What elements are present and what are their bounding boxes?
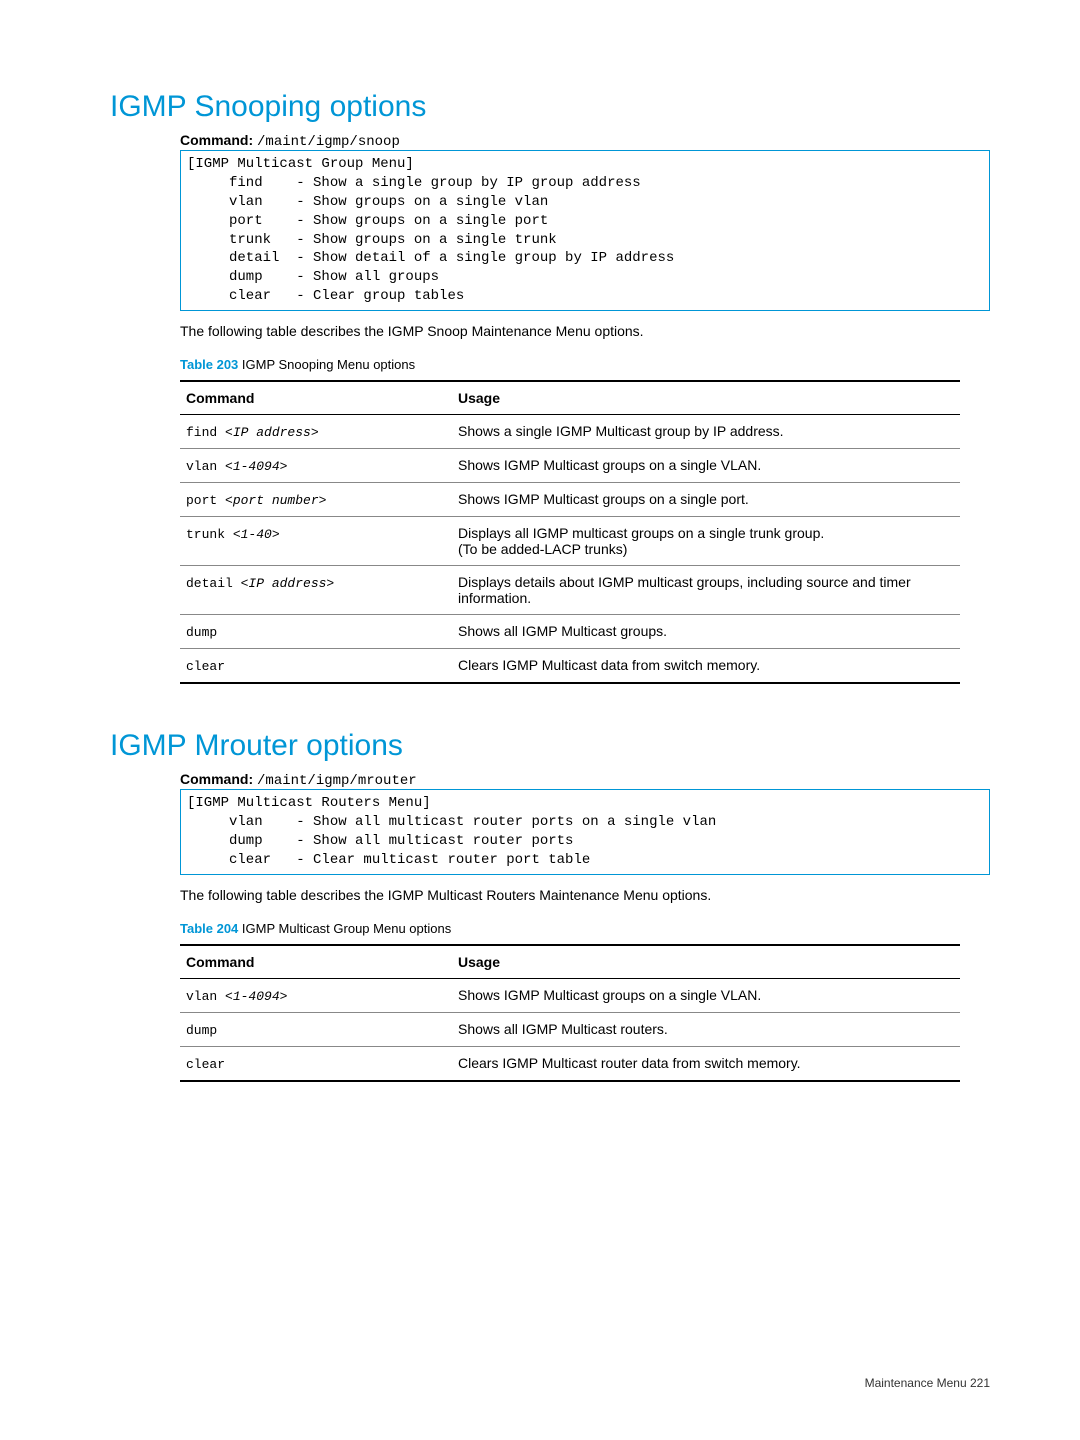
cmd-text: port [186, 493, 225, 508]
usage-text: Shows a single IGMP Multicast group by I… [452, 415, 960, 449]
usage-text: Shows IGMP Multicast groups on a single … [452, 978, 960, 1012]
table-row: vlan <1-4094> Shows IGMP Multicast group… [180, 978, 960, 1012]
usage-text: Clears IGMP Multicast router data from s… [452, 1046, 960, 1081]
section-heading-mrouter: IGMP Mrouter options [110, 729, 990, 763]
cmd-arg: <1-4094> [225, 989, 287, 1004]
usage-text: Shows IGMP Multicast groups on a single … [452, 483, 960, 517]
table-row: find <IP address> Shows a single IGMP Mu… [180, 415, 960, 449]
cmd-text: clear [186, 659, 225, 674]
cmd-arg: <port number> [225, 493, 326, 508]
table-title: IGMP Snooping Menu options [238, 357, 415, 372]
col-header-usage: Usage [452, 381, 960, 415]
command-label: Command: [180, 771, 253, 787]
command-line-snoop: Command: /maint/igmp/snoop [180, 132, 990, 150]
table-intro-snoop: The following table describes the IGMP S… [180, 323, 990, 339]
table-row: dump Shows all IGMP Multicast routers. [180, 1012, 960, 1046]
table-row: port <port number> Shows IGMP Multicast … [180, 483, 960, 517]
page: IGMP Snooping options Command: /maint/ig… [0, 0, 1080, 1440]
cmd-arg: <1-40> [233, 527, 280, 542]
cmd-text: find [186, 425, 225, 440]
table-caption-204: Table 204 IGMP Multicast Group Menu opti… [180, 921, 990, 936]
cmd-text: dump [186, 625, 217, 640]
page-footer: Maintenance Menu 221 [865, 1376, 990, 1390]
section-heading-snooping: IGMP Snooping options [110, 90, 990, 124]
command-line-mrouter: Command: /maint/igmp/mrouter [180, 771, 990, 789]
cmd-arg: <IP address> [241, 576, 335, 591]
cmd-arg: <IP address> [225, 425, 319, 440]
mrouter-options-table: Command Usage vlan <1-4094> Shows IGMP M… [180, 944, 960, 1082]
table-row: trunk <1-40> Displays all IGMP multicast… [180, 517, 960, 566]
usage-text: Shows all IGMP Multicast routers. [452, 1012, 960, 1046]
table-intro-mrouter: The following table describes the IGMP M… [180, 887, 990, 903]
table-row: clear Clears IGMP Multicast router data … [180, 1046, 960, 1081]
cmd-text: dump [186, 1023, 217, 1038]
table-number: Table 203 [180, 357, 238, 372]
table-row: clear Clears IGMP Multicast data from sw… [180, 649, 960, 684]
command-label: Command: [180, 132, 253, 148]
col-header-usage: Usage [452, 945, 960, 979]
table-title: IGMP Multicast Group Menu options [238, 921, 451, 936]
usage-text: Shows IGMP Multicast groups on a single … [452, 449, 960, 483]
usage-text: Displays all IGMP multicast groups on a … [452, 517, 960, 566]
cmd-text: trunk [186, 527, 233, 542]
snooping-options-table: Command Usage find <IP address> Shows a … [180, 380, 960, 684]
table-row: dump Shows all IGMP Multicast groups. [180, 615, 960, 649]
cmd-arg: <1-4094> [225, 459, 287, 474]
menu-box-snoop: [IGMP Multicast Group Menu] find - Show … [180, 150, 990, 311]
table-row: detail <IP address> Displays details abo… [180, 566, 960, 615]
col-header-command: Command [180, 381, 452, 415]
cmd-text: vlan [186, 459, 225, 474]
cmd-text: clear [186, 1057, 225, 1072]
table-number: Table 204 [180, 921, 238, 936]
command-path: /maint/igmp/snoop [257, 134, 400, 150]
command-path: /maint/igmp/mrouter [257, 773, 417, 789]
col-header-command: Command [180, 945, 452, 979]
menu-box-mrouter: [IGMP Multicast Routers Menu] vlan - Sho… [180, 789, 990, 875]
usage-text: Shows all IGMP Multicast groups. [452, 615, 960, 649]
table-row: vlan <1-4094> Shows IGMP Multicast group… [180, 449, 960, 483]
usage-text: Displays details about IGMP multicast gr… [452, 566, 960, 615]
cmd-text: detail [186, 576, 241, 591]
cmd-text: vlan [186, 989, 225, 1004]
table-caption-203: Table 203 IGMP Snooping Menu options [180, 357, 990, 372]
usage-text: Clears IGMP Multicast data from switch m… [452, 649, 960, 684]
